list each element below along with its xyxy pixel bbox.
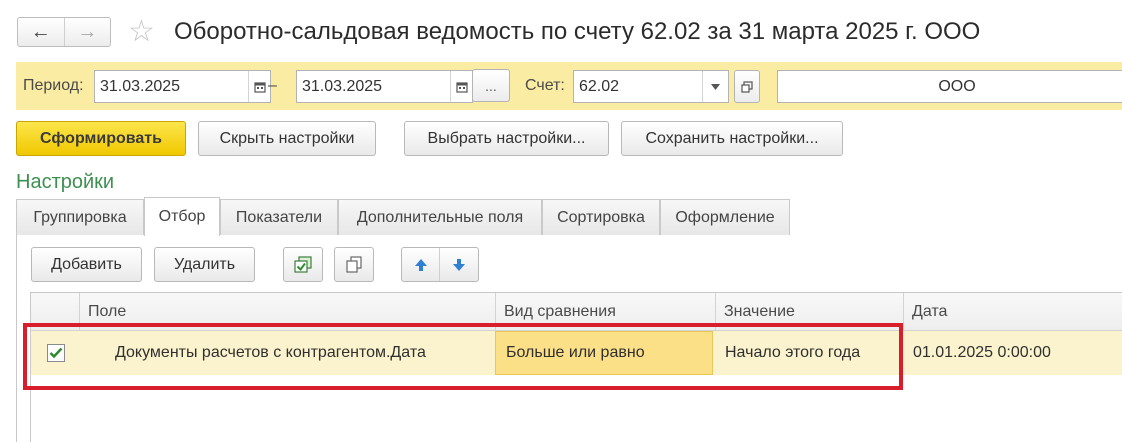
move-down-button[interactable]	[440, 248, 478, 281]
save-settings-button[interactable]: Сохранить настройки...	[621, 121, 843, 156]
calendar-icon[interactable]	[248, 71, 270, 102]
account-field[interactable]: 62.02	[573, 70, 729, 103]
checkmark-icon	[49, 347, 63, 359]
period-dash: –	[268, 77, 277, 94]
tab-filter[interactable]: Отбор	[144, 197, 220, 236]
tab-sorting[interactable]: Сортировка	[542, 199, 660, 235]
account-label: Счет:	[525, 77, 565, 94]
column-header-field[interactable]: Поле	[79, 293, 495, 331]
table-header: Поле Вид сравнения Значение Дата	[31, 293, 1122, 331]
row-value[interactable]: Начало этого года	[725, 331, 860, 375]
navigation-buttons: ← →	[17, 17, 111, 47]
star-icon[interactable]: ☆	[128, 14, 155, 50]
copy-icon	[346, 255, 362, 273]
copy-button[interactable]	[334, 247, 374, 282]
row-field[interactable]: Документы расчетов с контрагентом.Дата	[115, 331, 426, 375]
period-select-button[interactable]: ...	[472, 69, 510, 102]
hide-settings-button[interactable]: Скрыть настройки	[198, 121, 376, 156]
check-all-button[interactable]	[283, 247, 323, 282]
page-title: Оборотно-сальдовая ведомость по счету 62…	[174, 18, 981, 45]
date-to-field[interactable]: 31.03.2025	[296, 70, 473, 103]
column-header-comparison[interactable]: Вид сравнения	[495, 293, 715, 331]
check-column-header	[31, 293, 79, 331]
period-label: Период:	[23, 77, 84, 94]
add-button[interactable]: Добавить	[31, 247, 142, 282]
forward-button[interactable]: →	[63, 18, 111, 46]
chevron-down-icon[interactable]	[702, 71, 728, 102]
delete-button[interactable]: Удалить	[154, 247, 255, 282]
choose-settings-button[interactable]: Выбрать настройки...	[404, 121, 609, 156]
back-arrow-icon: ←	[30, 20, 51, 43]
organization-field[interactable]: ООО	[777, 70, 1122, 103]
forward-arrow-icon: →	[77, 20, 98, 43]
date-from-field[interactable]: 31.03.2025	[94, 70, 271, 103]
open-account-button[interactable]	[734, 70, 760, 103]
row-checkbox[interactable]	[47, 344, 65, 362]
tab-grouping[interactable]: Группировка	[16, 199, 144, 235]
generate-button[interactable]: Сформировать	[16, 121, 186, 156]
back-button[interactable]: ←	[18, 18, 64, 46]
row-date[interactable]: 01.01.2025 0:00:00	[913, 331, 1051, 375]
tab-additional-fields[interactable]: Дополнительные поля	[338, 199, 542, 235]
move-buttons	[401, 247, 479, 282]
period-bar: Период: 31.03.2025 – 31.03.2025 ... Счет…	[16, 62, 1122, 110]
tab-appearance[interactable]: Оформление	[660, 199, 790, 235]
tab-indicators[interactable]: Показатели	[220, 199, 338, 235]
move-down-icon	[453, 258, 465, 271]
filter-table: Поле Вид сравнения Значение Дата Докумен…	[30, 292, 1122, 442]
settings-title: Настройки	[16, 171, 115, 193]
column-header-value[interactable]: Значение	[715, 293, 903, 331]
column-header-date[interactable]: Дата	[903, 293, 1122, 331]
move-up-icon	[414, 258, 427, 271]
calendar-icon[interactable]	[450, 71, 472, 102]
table-row[interactable]: Документы расчетов с контрагентом.Дата Б…	[31, 331, 1122, 375]
settings-tabs: Группировка Отбор Показатели Дополнитель…	[16, 197, 1122, 236]
move-up-button[interactable]	[402, 248, 440, 281]
row-comparison[interactable]: Больше или равно	[495, 331, 713, 375]
check-all-icon	[294, 255, 312, 273]
open-icon	[741, 80, 753, 93]
